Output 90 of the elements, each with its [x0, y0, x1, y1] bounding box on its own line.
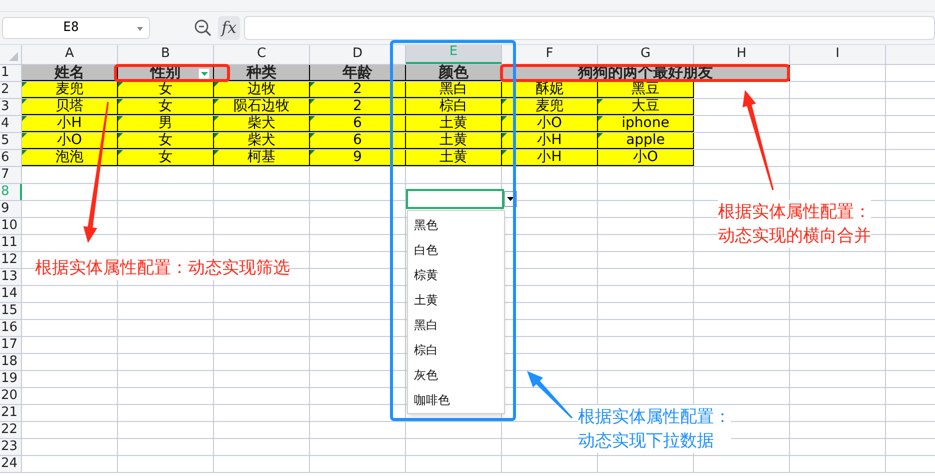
- dropdown-item[interactable]: 白色: [414, 240, 438, 258]
- header-cell: 颜色: [406, 65, 502, 81]
- table-cell: 柴犬: [214, 133, 310, 149]
- caret-icon: [507, 197, 514, 201]
- row-number[interactable]: 19: [0, 371, 22, 387]
- table-cell: 女: [118, 150, 214, 166]
- annotation-text: 动态实现下拉数据: [578, 429, 731, 453]
- table-cell: 2: [310, 99, 406, 115]
- row-number[interactable]: 24: [0, 456, 22, 472]
- table-cell: 小O: [22, 133, 118, 149]
- table-cell: 柯基: [214, 150, 310, 166]
- row-number[interactable]: 14: [0, 286, 22, 302]
- row-number[interactable]: 7: [0, 167, 22, 183]
- column-header[interactable]: A: [22, 45, 118, 64]
- table-cell: 女: [118, 133, 214, 149]
- table-cell: 大豆: [598, 99, 694, 115]
- column-header[interactable]: I: [790, 45, 886, 64]
- dropdown-item[interactable]: 土黄: [414, 290, 438, 308]
- table-cell: 小H: [502, 150, 598, 166]
- row-number[interactable]: 16: [0, 320, 22, 336]
- annotation-text: 根据实体属性配置：动态实现筛选: [35, 256, 290, 280]
- table-cell: 黑豆: [598, 82, 694, 98]
- row-number[interactable]: 10: [0, 218, 22, 234]
- table-cell: 男: [118, 116, 214, 132]
- row-number[interactable]: 21: [0, 405, 22, 421]
- table-cell: iphone: [598, 116, 694, 132]
- table-cell: apple: [598, 133, 694, 149]
- table-cell: 6: [310, 116, 406, 132]
- table-cell: 9: [310, 150, 406, 166]
- row-number[interactable]: 6: [0, 150, 22, 166]
- row-number[interactable]: 5: [0, 133, 22, 149]
- dropdown-item[interactable]: 黑白: [414, 316, 438, 334]
- row-number[interactable]: 3: [0, 99, 22, 115]
- dropdown-item[interactable]: 黑色: [414, 216, 438, 234]
- active-cell[interactable]: [406, 189, 504, 209]
- function-button[interactable]: fx: [218, 16, 240, 40]
- table-cell: 小H: [502, 133, 598, 149]
- header-cell: 种类: [214, 65, 310, 81]
- table-cell: 2: [310, 82, 406, 98]
- table-cell: 土黄: [406, 133, 502, 149]
- column-header[interactable]: B: [118, 45, 214, 64]
- dropdown-item[interactable]: 棕白: [414, 340, 438, 358]
- row-number[interactable]: 13: [0, 269, 22, 285]
- header-cell: 年龄: [310, 65, 406, 81]
- table-cell: 贝塔: [22, 99, 118, 115]
- row-number[interactable]: 23: [0, 439, 22, 455]
- column-header[interactable]: C: [214, 45, 310, 64]
- table-cell: 小O: [598, 150, 694, 166]
- dropdown-item[interactable]: 咖啡色: [414, 390, 450, 408]
- annotation-text: 根据实体属性配置：: [718, 200, 871, 224]
- table-cell: 黑白: [406, 82, 502, 98]
- table-cell: 女: [118, 99, 214, 115]
- zoom-out-icon[interactable]: [194, 19, 212, 37]
- annotation-text: 根据实体属性配置：: [578, 405, 731, 429]
- table-cell: 女: [118, 82, 214, 98]
- header-cell: 姓名: [22, 65, 118, 81]
- row-number[interactable]: 17: [0, 337, 22, 353]
- dropdown-item[interactable]: 灰色: [414, 366, 438, 384]
- row-number[interactable]: 15: [0, 303, 22, 319]
- row-number[interactable]: 1: [0, 65, 22, 81]
- table-cell: 麦兜: [502, 99, 598, 115]
- table-cell: 6: [310, 133, 406, 149]
- filter-caret-icon: [200, 72, 208, 76]
- table-cell: 陨石边牧: [214, 99, 310, 115]
- name-box[interactable]: E8: [2, 17, 150, 39]
- row-number[interactable]: 20: [0, 388, 22, 404]
- column-header[interactable]: H: [694, 45, 790, 64]
- column-header[interactable]: F: [502, 45, 598, 64]
- row-number[interactable]: 9: [0, 201, 22, 217]
- table-cell: 柴犬: [214, 116, 310, 132]
- table-cell: 边牧: [214, 82, 310, 98]
- dropdown-caret-icon: [137, 27, 143, 31]
- table-cell: 土黄: [406, 116, 502, 132]
- table-cell: 麦兜: [22, 82, 118, 98]
- row-number[interactable]: 11: [0, 235, 22, 251]
- row-number[interactable]: 18: [0, 354, 22, 370]
- row-number[interactable]: 22: [0, 422, 22, 438]
- table-cell: 小H: [22, 116, 118, 132]
- row-number[interactable]: 12: [0, 252, 22, 268]
- row-number[interactable]: 2: [0, 82, 22, 98]
- filter-button[interactable]: [198, 68, 210, 80]
- table-cell: 土黄: [406, 150, 502, 166]
- dropdown-item[interactable]: 棕黄: [414, 266, 438, 284]
- table-cell: 酥妮: [502, 82, 598, 98]
- table-cell: 泡泡: [22, 150, 118, 166]
- table-cell: 棕白: [406, 99, 502, 115]
- table-cell: 小O: [502, 116, 598, 132]
- column-header[interactable]: G: [598, 45, 694, 64]
- annotation-text: 动态实现的横向合并: [718, 224, 871, 248]
- row-number[interactable]: 4: [0, 116, 22, 132]
